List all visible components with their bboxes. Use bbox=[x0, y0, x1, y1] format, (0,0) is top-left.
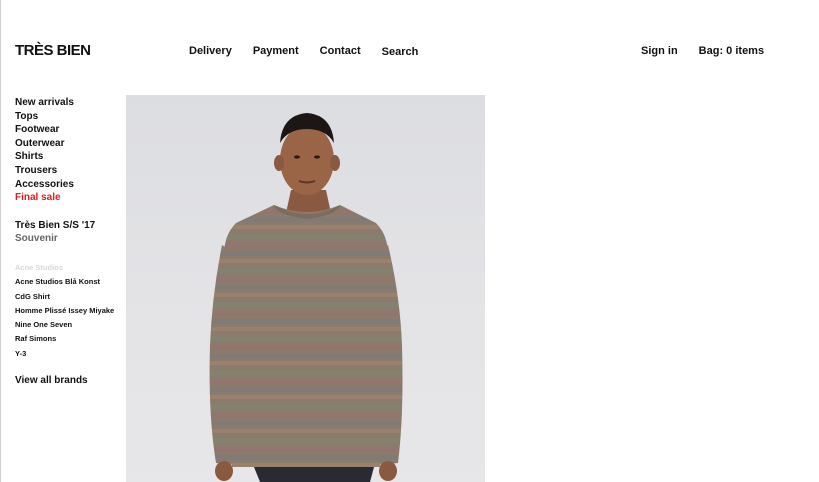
category-new-arrivals[interactable]: New arrivals bbox=[15, 96, 125, 110]
category-footwear[interactable]: Footwear bbox=[15, 123, 125, 137]
season-links: Très Bien S/S '17 Souvenir bbox=[15, 219, 125, 246]
head bbox=[280, 125, 334, 195]
left-eye bbox=[294, 155, 300, 159]
brand-raf-simons[interactable]: Raf Simons bbox=[15, 332, 125, 346]
brand-y3[interactable]: Y-3 bbox=[15, 347, 125, 361]
brand-list: Acne Studios Acne Studios Blå Konst CdG … bbox=[15, 261, 125, 361]
bag-link[interactable]: Bag: 0 items bbox=[699, 45, 764, 57]
right-hand bbox=[379, 461, 397, 481]
model-photo bbox=[209, 113, 403, 482]
brand-homme-plisse[interactable]: Homme Plissé Issey Miyake bbox=[15, 304, 125, 318]
category-trousers[interactable]: Trousers bbox=[15, 164, 125, 178]
site-logo[interactable]: TRÈS BIEN bbox=[15, 42, 91, 59]
view-all-brands-link[interactable]: View all brands bbox=[15, 375, 125, 386]
season-ss17-link[interactable]: Très Bien S/S '17 bbox=[15, 219, 125, 233]
sweater bbox=[224, 205, 388, 467]
left-ear bbox=[274, 155, 284, 171]
category-shirts[interactable]: Shirts bbox=[15, 150, 125, 164]
left-hand bbox=[215, 461, 233, 481]
right-eye bbox=[314, 155, 320, 159]
brand-nine-one-seven[interactable]: Nine One Seven bbox=[15, 318, 125, 332]
nav-contact[interactable]: Contact bbox=[320, 45, 361, 58]
brand-cdg-shirt[interactable]: CdG Shirt bbox=[15, 290, 125, 304]
trousers bbox=[254, 467, 374, 482]
category-list: New arrivals Tops Footwear Outerwear Shi… bbox=[15, 96, 125, 205]
nav-search[interactable]: Search bbox=[382, 46, 419, 58]
nav-delivery[interactable]: Delivery bbox=[189, 45, 232, 58]
sign-in-link[interactable]: Sign in bbox=[641, 45, 678, 57]
category-tops[interactable]: Tops bbox=[15, 110, 125, 124]
brand-acne-studios-bla-konst[interactable]: Acne Studios Blå Konst bbox=[15, 275, 125, 289]
category-accessories[interactable]: Accessories bbox=[15, 178, 125, 192]
top-nav: Delivery Payment Contact Search bbox=[189, 45, 439, 58]
nav-payment[interactable]: Payment bbox=[253, 45, 299, 58]
page: TRÈS BIEN Delivery Payment Contact Searc… bbox=[0, 0, 819, 482]
account-links: Sign in Bag: 0 items bbox=[641, 45, 764, 57]
sidebar: New arrivals Tops Footwear Outerwear Shi… bbox=[15, 96, 125, 386]
right-ear bbox=[330, 155, 340, 171]
brand-acne-studios[interactable]: Acne Studios bbox=[15, 261, 125, 275]
category-outerwear[interactable]: Outerwear bbox=[15, 137, 125, 151]
souvenir-link[interactable]: Souvenir bbox=[15, 232, 125, 246]
product-image[interactable] bbox=[126, 95, 485, 482]
window-edge bbox=[0, 0, 1, 482]
category-final-sale[interactable]: Final sale bbox=[15, 191, 125, 205]
